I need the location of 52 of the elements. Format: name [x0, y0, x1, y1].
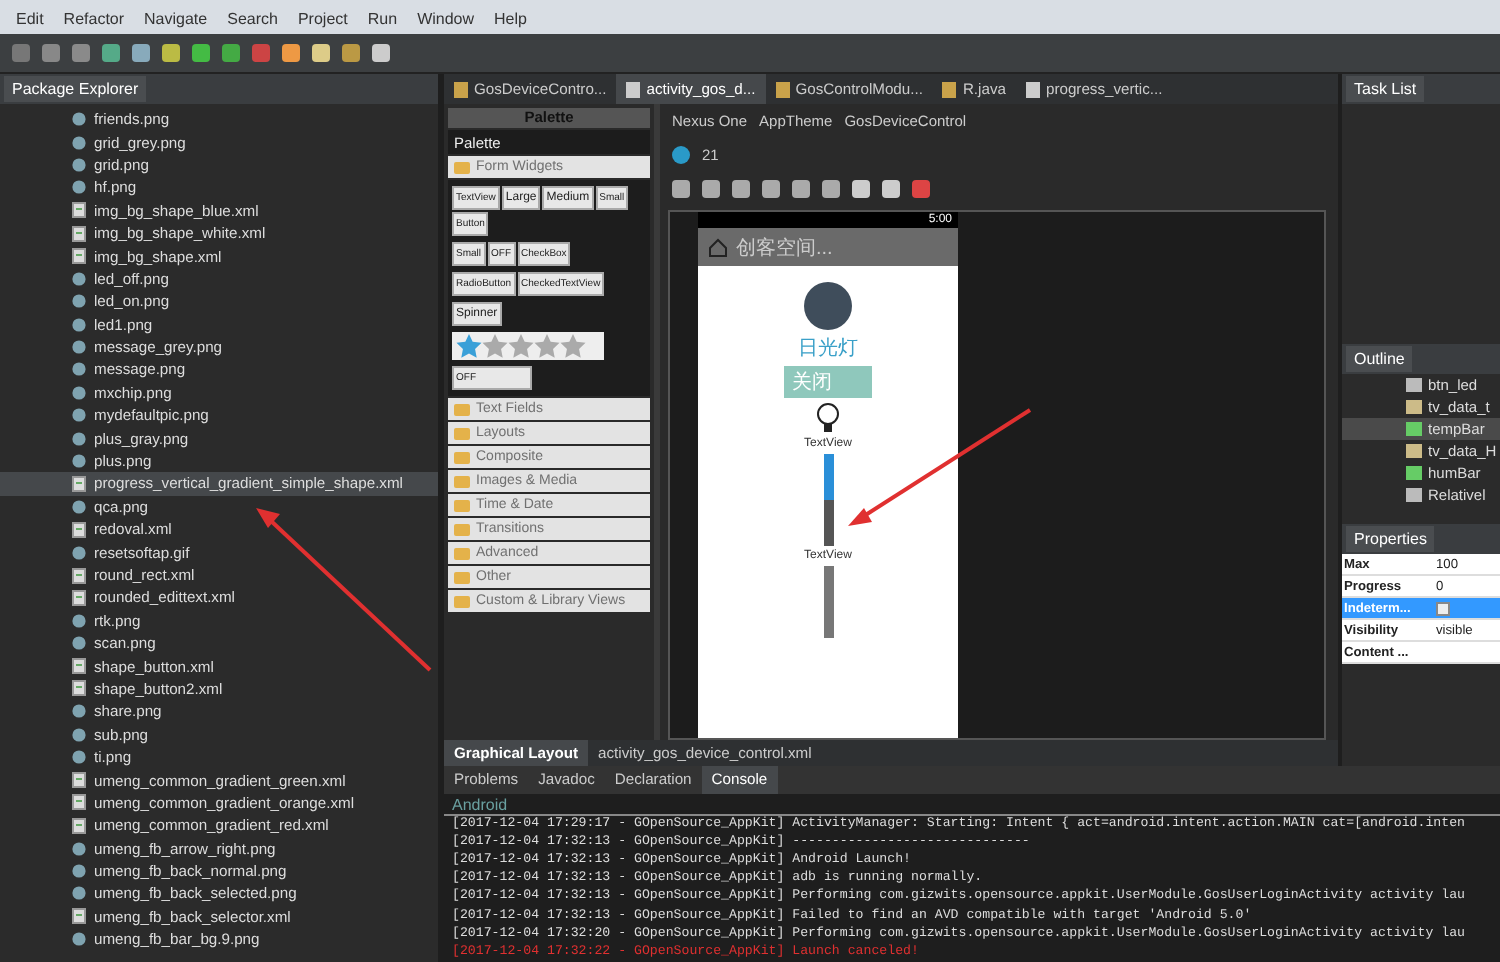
xml-file-icon: [72, 680, 86, 697]
java-file-icon: [775, 81, 790, 97]
lamp-label: 日光灯: [798, 335, 858, 362]
rating-bar[interactable]: [452, 332, 604, 360]
console-name: Android: [444, 793, 1500, 816]
xml-file-icon: [72, 567, 86, 583]
star-icon: [560, 334, 586, 358]
xml-file-icon: [72, 202, 86, 219]
panel-tab[interactable]: Outline: [1346, 346, 1413, 372]
folder-icon: [454, 161, 470, 173]
xml-file-icon: [72, 817, 86, 834]
xml-file-icon: [72, 772, 86, 789]
menu-item[interactable]: Refactor: [63, 10, 125, 34]
xml-file-icon: [626, 81, 641, 97]
xml-file-icon: [72, 475, 86, 492]
home-icon: [708, 237, 728, 257]
panel-tab[interactable]: Task List: [1346, 76, 1425, 102]
progress-bar-icon: [1406, 422, 1422, 436]
menu-item[interactable]: Run: [367, 10, 398, 34]
xml-file-icon: [72, 248, 86, 265]
menu-item[interactable]: Project: [297, 10, 348, 34]
app-title: 创客空间...: [736, 235, 833, 261]
star-icon: [482, 334, 508, 358]
bulb-icon: [814, 402, 842, 434]
xml-file-icon: [72, 794, 86, 811]
xml-file-icon: [72, 521, 86, 538]
image-file-icon: [72, 545, 86, 560]
menu-item[interactable]: Navigate: [144, 10, 208, 34]
widget-icon: [1406, 444, 1422, 458]
xml-file-icon: [1025, 81, 1040, 97]
java-file-icon: [942, 81, 957, 97]
image-file-icon: [72, 499, 86, 514]
star-icon: [534, 334, 560, 358]
star-icon: [456, 334, 482, 358]
menu-item[interactable]: Help: [494, 10, 527, 34]
menu-item[interactable]: Window: [417, 10, 475, 34]
xml-file-icon: [72, 658, 86, 675]
widget-icon: [1406, 488, 1422, 502]
java-file-icon: [454, 81, 468, 97]
xml-file-icon: [72, 908, 86, 925]
checkbox[interactable]: [1436, 601, 1450, 615]
image-file-icon: [72, 932, 86, 947]
progress-bar-icon: [1406, 466, 1422, 480]
menu-item[interactable]: Search: [227, 10, 278, 34]
star-icon: [508, 334, 534, 358]
xml-file-icon: [72, 225, 86, 242]
menu-item[interactable]: Edit: [16, 10, 44, 34]
xml-file-icon: [72, 589, 86, 606]
panel-tab[interactable]: Properties: [1346, 526, 1435, 552]
globe-icon[interactable]: [672, 146, 690, 164]
vertical-progress-track: [823, 566, 833, 638]
panel-tab[interactable]: Package Explorer: [4, 76, 147, 102]
